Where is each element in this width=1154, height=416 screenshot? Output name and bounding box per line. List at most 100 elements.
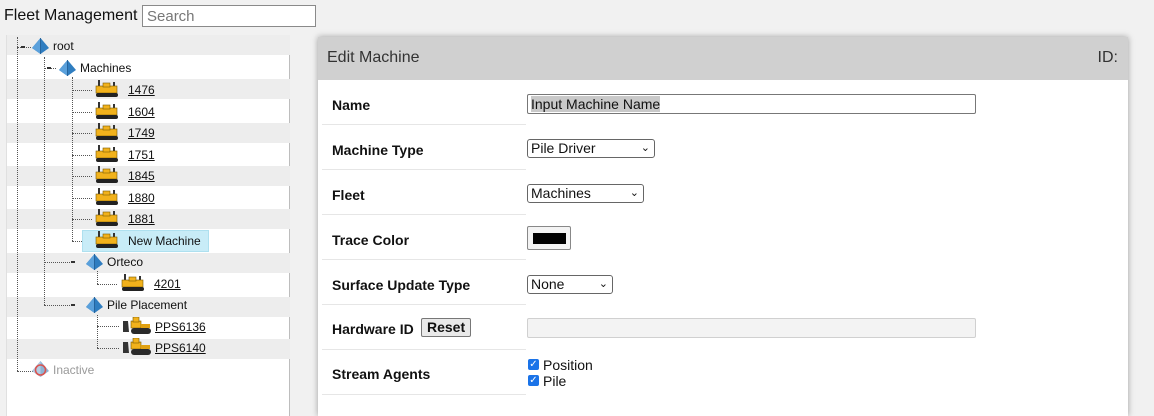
app-title: Fleet Management [4, 7, 138, 24]
hardware-id-field [527, 318, 976, 338]
tree-node-label: PPS6136 [155, 320, 206, 334]
surface-update-row: Surface Update Type None ⌄ [318, 261, 1128, 305]
stream-agents-label: Stream Agents [332, 366, 431, 382]
fleet-value: Machines [531, 185, 591, 201]
tree-node-label: root [53, 39, 74, 53]
pile-driver-icon [95, 102, 118, 119]
collapse-toggle[interactable] [21, 46, 25, 48]
name-row: Name Input Machine Name [318, 81, 1128, 125]
stream-agents-row: Stream Agents ✓ Position ✓ Pile [318, 351, 1128, 401]
pyramid-icon [59, 60, 76, 76]
tree-node-label: New Machine [128, 234, 201, 248]
name-label: Name [332, 97, 371, 113]
row-divider [322, 259, 526, 260]
pile-driver-icon [95, 166, 118, 183]
edit-machine-panel: Edit Machine ID: Name Input Machine Name… [318, 37, 1128, 416]
fleet-row: Fleet Machines ⌄ [318, 171, 1128, 215]
tree-node-label: 1880 [128, 191, 155, 205]
tree-connector [72, 176, 92, 177]
fleet-tree: root Machines 1476 1604 1749 1751 1845 1… [6, 35, 290, 416]
name-input[interactable]: Input Machine Name [527, 94, 976, 114]
row-divider [322, 214, 526, 215]
tree-node-label: 1881 [128, 212, 155, 226]
tree-node-label: Inactive [53, 363, 95, 377]
tree-connector [17, 37, 18, 371]
pile-driver-icon [95, 231, 118, 248]
tree-connector [97, 271, 98, 284]
tree-node-label: Pile Placement [107, 298, 188, 312]
tree-node-label: Machines [80, 61, 132, 75]
tree-node-label: 1604 [128, 105, 155, 119]
row-divider [322, 394, 526, 395]
surface-update-label: Surface Update Type [332, 277, 471, 293]
tree-node-label: 1751 [128, 148, 155, 162]
bulldozer-icon [123, 317, 151, 334]
row-divider [322, 124, 526, 125]
pyramid-icon [86, 297, 103, 313]
tree-connector [72, 198, 92, 199]
tree-row-root [7, 35, 290, 55]
collapse-toggle[interactable] [71, 304, 75, 306]
collapse-toggle[interactable] [47, 67, 51, 69]
tree-node-label: Orteco [107, 255, 144, 269]
pile-driver-icon [95, 209, 118, 226]
color-swatch-fill [533, 233, 566, 244]
tree-connector [72, 77, 73, 241]
row-divider [322, 169, 526, 170]
hardware-id-label: Hardware ID [332, 321, 414, 337]
tree-connector [97, 326, 119, 327]
row-divider [322, 304, 526, 305]
pile-driver-icon [121, 274, 144, 291]
tree-connector [72, 219, 92, 220]
row-divider [322, 349, 526, 350]
panel-title: Edit Machine [327, 49, 420, 66]
pile-driver-icon [95, 123, 118, 140]
trace-color-row: Trace Color [318, 216, 1128, 260]
fleet-label: Fleet [332, 187, 365, 203]
name-input-value: Input Machine Name [531, 96, 661, 112]
bulldozer-icon [123, 338, 151, 355]
tree-connector [72, 133, 92, 134]
machine-type-row: Machine Type Pile Driver ⌄ [318, 126, 1128, 170]
checkbox-checked-icon[interactable]: ✓ [528, 359, 539, 370]
top-bar: Fleet Management [0, 0, 1154, 34]
tree-connector [44, 57, 45, 305]
reset-button[interactable]: Reset [421, 318, 472, 337]
pile-driver-icon [95, 80, 118, 97]
chevron-down-icon: ⌄ [598, 278, 608, 290]
pile-driver-icon [95, 188, 118, 205]
machine-type-value: Pile Driver [531, 140, 596, 156]
surface-update-select[interactable]: None ⌄ [527, 275, 613, 294]
checkbox-checked-icon[interactable]: ✓ [528, 375, 539, 386]
trace-color-picker[interactable] [527, 226, 571, 250]
machine-type-select[interactable]: Pile Driver ⌄ [527, 139, 655, 158]
tree-connector [17, 371, 33, 372]
tree-row-orteco [7, 253, 290, 273]
tree-connector [72, 241, 82, 242]
tree-connector [44, 262, 74, 263]
collapse-toggle[interactable] [71, 261, 75, 263]
surface-update-value: None [531, 276, 565, 292]
tree-node-label: 1845 [128, 169, 155, 183]
tree-connector [72, 155, 92, 156]
panel-header: Edit Machine ID: [318, 37, 1128, 80]
tree-node-label: PPS6140 [155, 341, 206, 355]
pile-driver-icon [95, 145, 118, 162]
tree-connector [44, 305, 74, 306]
pyramid-icon [86, 254, 103, 270]
search-input[interactable] [142, 5, 316, 27]
tree-connector [72, 90, 92, 91]
tree-connector [97, 315, 98, 348]
machine-type-label: Machine Type [332, 142, 424, 158]
trace-color-label: Trace Color [332, 232, 410, 248]
fleet-select[interactable]: Machines ⌄ [527, 184, 644, 203]
chevron-down-icon: ⌄ [629, 187, 639, 199]
tree-node-label: 1476 [128, 83, 155, 97]
inactive-pyramid-icon [32, 361, 49, 377]
pyramid-icon [32, 38, 49, 54]
tree-connector [97, 348, 119, 349]
tree-connector [97, 284, 117, 285]
tree-node-label: 1749 [128, 126, 155, 140]
machine-id-label: ID: [1097, 49, 1118, 66]
hardware-id-row: Hardware ID Reset [318, 306, 1128, 350]
